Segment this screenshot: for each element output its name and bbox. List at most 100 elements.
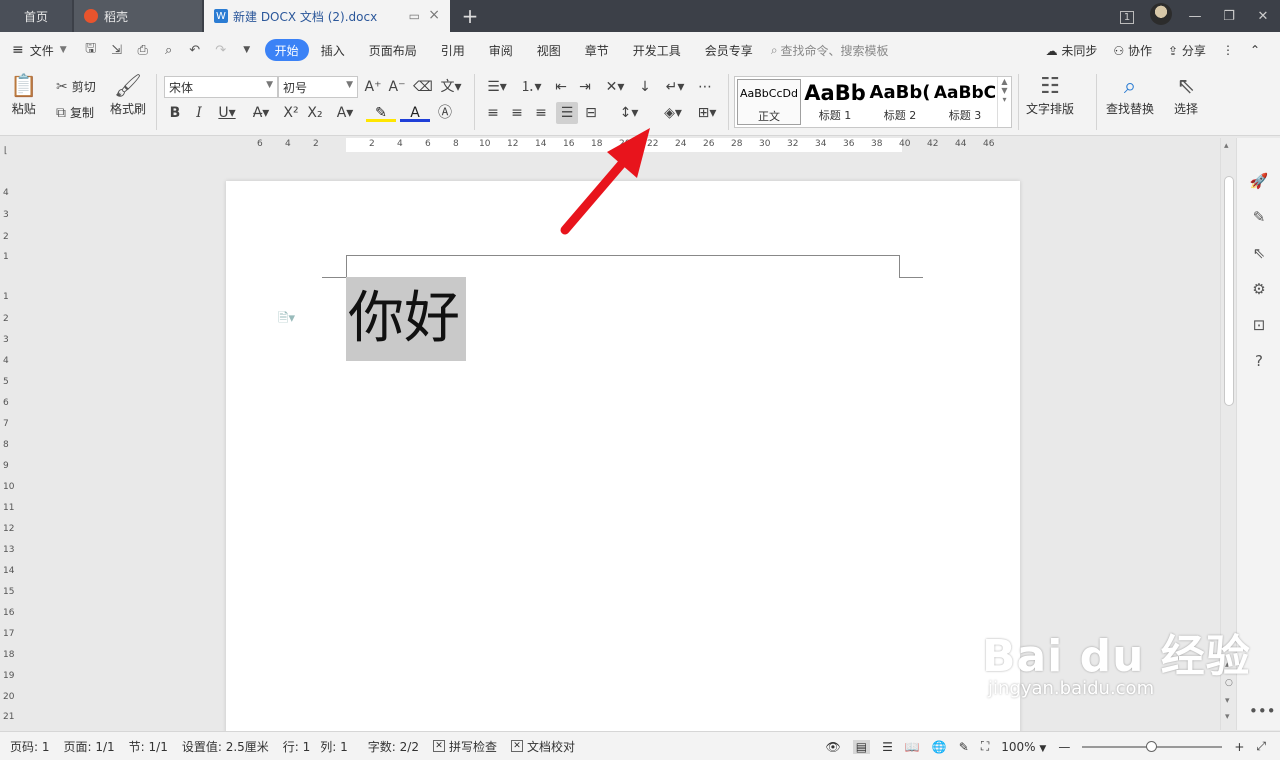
tab-page-layout[interactable]: 页面布局	[357, 39, 429, 61]
highlight-icon[interactable]: ✎	[366, 102, 396, 122]
export-icon[interactable]: ⇲	[105, 43, 129, 58]
share-button[interactable]: ⇪ 分享	[1168, 42, 1206, 59]
tab-insert[interactable]: 插入	[309, 39, 357, 61]
paragraph-layout-icon[interactable]: 🗎▾	[278, 309, 295, 331]
sort-icon[interactable]: ↓	[634, 76, 656, 98]
italic-icon[interactable]: I	[188, 102, 210, 124]
eye-protection-icon[interactable]: 👁	[826, 740, 841, 754]
fit-page-icon[interactable]: ⛶	[981, 739, 989, 754]
status-section[interactable]: 节: 1/1	[129, 738, 168, 755]
outline-view-icon[interactable]: ☰	[882, 740, 893, 754]
user-avatar[interactable]	[1144, 3, 1178, 29]
zoom-level[interactable]: 100% ▼	[1001, 740, 1046, 754]
decrease-indent-icon[interactable]: ⇤	[550, 76, 572, 98]
copy-button[interactable]: ⧉ 复制	[56, 104, 94, 121]
shading-icon[interactable]: ◈▾	[658, 102, 688, 124]
print-icon[interactable]: ⎙	[131, 43, 155, 58]
zoom-in-icon[interactable]: +	[1234, 740, 1244, 754]
doc-check-button[interactable]: ✕ 文档校对	[510, 738, 575, 755]
format-painter-button[interactable]: 🖌 格式刷	[110, 74, 146, 117]
chinese-layout-icon[interactable]: ✕▾	[600, 76, 630, 98]
scroll-down-icon[interactable]: ▾	[1225, 712, 1230, 722]
redo-icon[interactable]: ↷	[209, 43, 233, 58]
close-window-icon[interactable]: ✕	[1246, 9, 1280, 24]
more-menu-icon[interactable]: ⋮	[1222, 43, 1234, 57]
minimize-icon[interactable]: —	[1178, 9, 1212, 24]
align-right-icon[interactable]: ≡	[530, 102, 552, 124]
status-col[interactable]: 列: 1	[320, 738, 348, 755]
text-effect-icon[interactable]: A▾	[330, 102, 360, 124]
scroll-up-icon[interactable]: ▴	[1224, 141, 1229, 151]
pointer-icon[interactable]: ⇖	[1249, 244, 1269, 262]
align-left-icon[interactable]: ≡	[482, 102, 504, 124]
paste-button[interactable]: 📋 粘贴	[10, 74, 37, 117]
expand-icon[interactable]: ▾	[998, 95, 1011, 104]
inbox-icon[interactable]: ⊡	[1249, 316, 1269, 334]
show-hide-marks-icon[interactable]: ↵▾	[660, 76, 690, 98]
status-word-count[interactable]: 字数: 2/2	[368, 738, 419, 755]
pen-icon[interactable]: ✎	[1249, 208, 1269, 226]
fullscreen-icon[interactable]: ⤢	[1256, 739, 1266, 754]
monitor-icon[interactable]: ▭	[409, 9, 420, 23]
document-page[interactable]: 🗎▾ 你好	[226, 181, 1020, 741]
restore-icon[interactable]: ❐	[1212, 9, 1246, 24]
styles-scroll[interactable]: ▲ ▼ ▾	[997, 77, 1011, 127]
tab-document[interactable]: W 新建 DOCX 文档 (2).docx ▭ ×	[204, 0, 450, 32]
style-heading-1[interactable]: AaBb 标题 1	[803, 79, 867, 125]
spellcheck-button[interactable]: ✕ 拼写检查	[432, 738, 497, 755]
chevron-up-icon[interactable]: ▲	[998, 77, 1011, 86]
grow-font-icon[interactable]: A⁺	[362, 76, 384, 98]
undo-icon[interactable]: ↶	[183, 43, 207, 58]
scrollbar-thumb[interactable]	[1224, 176, 1234, 406]
style-heading-2[interactable]: AaBb(标题 2	[868, 79, 932, 125]
status-row[interactable]: 行: 1	[283, 738, 311, 755]
cut-button[interactable]: ✂ 剪切	[56, 78, 96, 95]
clear-format-icon[interactable]: ⌫	[412, 76, 434, 98]
new-tab-button[interactable]: +	[450, 0, 490, 32]
collab-button[interactable]: ⚇ 协作	[1113, 42, 1152, 59]
customize-dropdown-icon[interactable]: ▼	[235, 45, 259, 55]
text-layout-button[interactable]: ☷ 文字排版	[1026, 74, 1074, 117]
status-page-no[interactable]: 页码: 1	[10, 738, 50, 755]
print-preview-icon[interactable]: ⌕	[157, 43, 181, 58]
tab-start[interactable]: 开始	[264, 39, 309, 61]
page-view-icon[interactable]: ▤	[852, 739, 871, 754]
rocket-icon[interactable]: 🚀	[1249, 172, 1269, 190]
tab-chapter[interactable]: 章节	[573, 39, 621, 61]
save-icon[interactable]: 🖫	[79, 39, 103, 61]
write-view-icon[interactable]: ✎	[959, 740, 969, 754]
style-normal[interactable]: AaBbCcDd 正文	[737, 79, 801, 125]
shrink-font-icon[interactable]: A⁻	[386, 76, 408, 98]
find-replace-button[interactable]: ⌕ 查找替换	[1106, 74, 1154, 117]
zoom-out-icon[interactable]: —	[1058, 740, 1070, 754]
style-heading-3[interactable]: AaBbC 标题 3	[933, 79, 997, 125]
align-center-icon[interactable]: ≡	[506, 102, 528, 124]
command-search[interactable]: ⌕ 查找命令、搜索模板	[771, 42, 889, 59]
phonetic-guide-icon[interactable]: 文▾	[436, 76, 466, 98]
bullet-list-icon[interactable]: ☰▾	[482, 76, 512, 98]
adjust-icon[interactable]: ⚙	[1249, 280, 1269, 298]
increase-indent-icon[interactable]: ⇥	[574, 76, 596, 98]
bold-icon[interactable]: B	[164, 102, 186, 124]
sync-button[interactable]: ☁ 未同步	[1046, 42, 1098, 59]
tab-member[interactable]: 会员专享	[693, 39, 765, 61]
select-button[interactable]: ⇖ 选择	[1174, 74, 1198, 117]
tab-review[interactable]: 审阅	[477, 39, 525, 61]
borders-icon[interactable]: ⊞▾	[692, 102, 722, 124]
document-text[interactable]: 你好	[346, 277, 466, 361]
tab-stop-icon[interactable]: ⌊	[4, 146, 8, 156]
justify-icon[interactable]: ☰	[556, 102, 578, 124]
numbered-list-icon[interactable]: ⒈▾	[516, 76, 546, 98]
web-view-icon[interactable]: 🌐	[932, 740, 947, 754]
font-color-icon[interactable]: A	[400, 102, 430, 122]
line-spacing-icon[interactable]: ↕▾	[614, 102, 644, 124]
more-icon[interactable]: •••	[1249, 702, 1276, 720]
font-name-select[interactable]: 宋体 ▼	[164, 76, 278, 98]
close-tab-icon[interactable]: ×	[428, 7, 440, 23]
distribute-icon[interactable]: ⊟	[580, 102, 602, 124]
font-size-select[interactable]: 初号 ▼	[278, 76, 358, 98]
help-icon[interactable]: ?	[1249, 352, 1269, 370]
zoom-slider-knob[interactable]	[1146, 740, 1158, 752]
tab-view[interactable]: 视图	[525, 39, 573, 61]
subscript-icon[interactable]: X₂	[304, 102, 326, 124]
